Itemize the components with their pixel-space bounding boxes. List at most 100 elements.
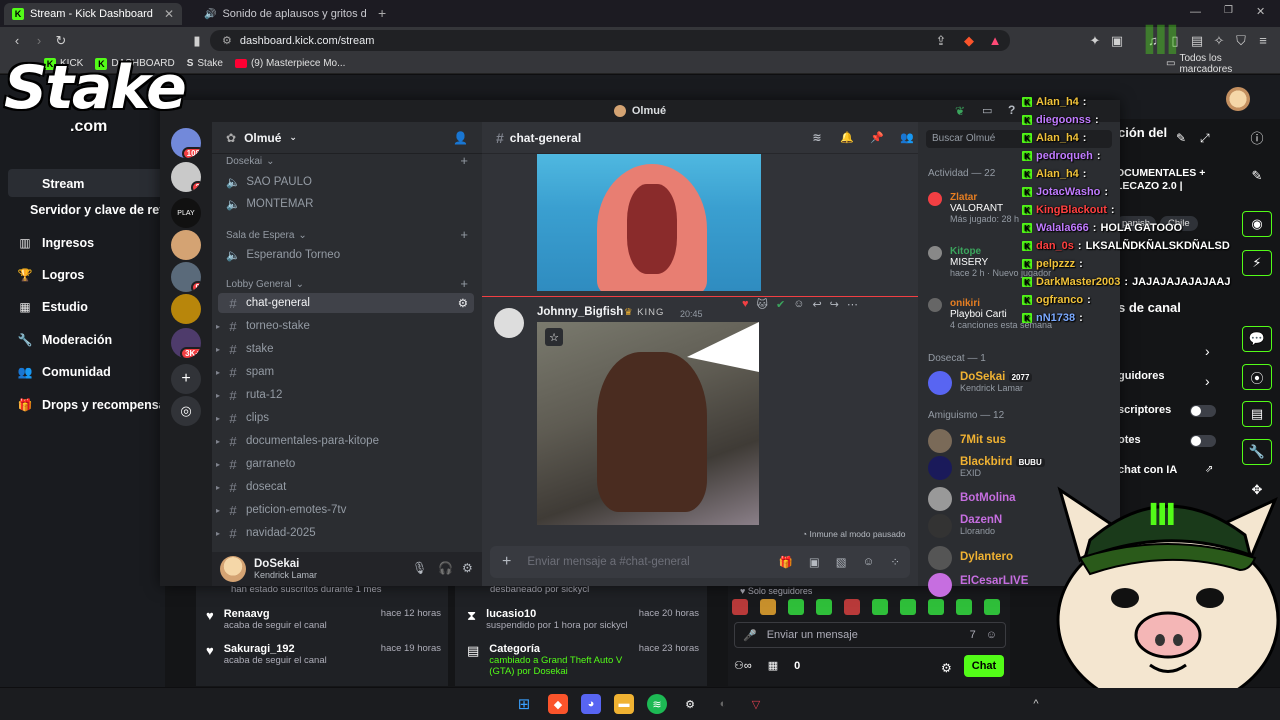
reload-icon[interactable]: ↻ <box>50 30 72 52</box>
server-icon[interactable]: 2 <box>171 162 201 192</box>
avatar[interactable] <box>220 556 246 582</box>
member-item[interactable]: BotMolina <box>928 487 1016 511</box>
settings-icon[interactable]: ⚙ <box>458 296 468 310</box>
lightning-icon[interactable]: ⚡ <box>1242 250 1272 276</box>
pencil-icon[interactable]: ✎ <box>1242 163 1272 189</box>
address-bar[interactable]: ⚙ dashboard.kick.com/stream <box>210 30 1010 51</box>
emote[interactable] <box>928 599 944 615</box>
extensions-icon[interactable]: ✦ <box>1084 30 1106 52</box>
sticker-icon[interactable]: ▧ <box>836 555 847 569</box>
new-tab-icon[interactable]: + <box>378 5 386 21</box>
sidebar-item-drops[interactable]: 🎁 Drops y recompensa <box>18 398 166 412</box>
voice-channel[interactable]: 🔈 MONTEMAR <box>226 197 313 211</box>
server-icon[interactable]: PLAY <box>171 198 201 228</box>
tab-sonido[interactable]: 🔊 Sonido de aplausos y gritos d ✕ <box>190 3 368 25</box>
threads-icon[interactable]: ≋ <box>810 131 824 145</box>
store-icon[interactable]: ▦ <box>768 659 778 672</box>
chevron-up-icon[interactable]: ^ <box>1026 694 1046 714</box>
layout-icon[interactable]: ▤ <box>1242 401 1272 427</box>
gift-icon[interactable]: 🎁 <box>779 555 793 569</box>
add-reaction-icon[interactable]: ☺ <box>793 298 804 311</box>
message-author[interactable]: Johnny_Bigfish <box>537 306 623 318</box>
channel-item[interactable]: ▸ # documentales-para-kitope <box>216 431 474 451</box>
help-icon[interactable]: ? <box>1008 103 1015 117</box>
forward-icon[interactable]: ↪ <box>830 298 839 311</box>
channel-item[interactable]: ▸ # spam <box>216 362 474 382</box>
add-attachment-icon[interactable]: + <box>502 553 511 571</box>
emote[interactable] <box>732 599 748 615</box>
chevron-right-icon[interactable]: › <box>1205 343 1210 359</box>
category-lobby-general[interactable]: Lobby General ⌄ <box>226 279 304 290</box>
windows-start-icon[interactable]: ⊞ <box>514 694 534 714</box>
back-icon[interactable]: ‹ <box>6 30 28 52</box>
emotes-toggle[interactable] <box>1190 435 1216 447</box>
server-icon[interactable]: 3K+ <box>171 328 201 358</box>
minimize-icon[interactable]: — <box>1190 6 1201 18</box>
reply-icon[interactable]: ↩ <box>812 298 821 311</box>
favorite-star-icon[interactable]: ☆ <box>545 328 563 346</box>
member-item[interactable]: Dylantero <box>928 546 1013 570</box>
obs-icon[interactable]: ◐ <box>713 694 733 714</box>
apps-icon[interactable]: ⁘ <box>890 555 900 569</box>
members-icon[interactable]: 👥 <box>900 131 914 145</box>
gif-image[interactable] <box>537 154 761 291</box>
settings-icon[interactable]: ⚙ <box>462 561 473 575</box>
all-bookmarks[interactable]: ▭ Todos los marcadores <box>1166 53 1268 75</box>
channel-item[interactable]: ▸ # clips <box>216 408 474 428</box>
pin-icon[interactable]: 📌 <box>870 131 884 145</box>
add-channel-icon[interactable]: + <box>460 276 468 291</box>
settings-icon[interactable]: ⚙ <box>941 661 952 675</box>
emote[interactable] <box>984 599 1000 615</box>
chevron-right-icon[interactable]: › <box>1205 373 1210 389</box>
forward-icon[interactable]: › <box>28 30 50 52</box>
kick-chat-input[interactable]: 🎤 Enviar un mensaje 7 ☺ <box>734 622 1006 648</box>
emote[interactable] <box>788 599 804 615</box>
tools-icon[interactable]: 🔧 <box>1242 439 1272 465</box>
site-info-icon[interactable]: ⚙ <box>222 34 232 47</box>
channel-item[interactable]: ▸ # garraneto <box>216 454 474 474</box>
send-chat-button[interactable]: Chat <box>964 655 1004 677</box>
member-item[interactable]: ElCesarLIVE <box>928 573 1028 597</box>
sidebar-item-server[interactable]: Servidor y clave de ret <box>30 203 163 217</box>
steam-icon[interactable]: ⚙ <box>680 694 700 714</box>
dm-home[interactable]: 108 <box>171 128 201 158</box>
channel-item[interactable]: ▸ # ruta-12 <box>216 385 474 405</box>
bookmark-stake[interactable]: S Stake <box>187 58 223 69</box>
close-tab-icon[interactable]: ✕ <box>164 7 174 21</box>
add-channel-icon[interactable]: + <box>460 227 468 242</box>
broadcast-icon[interactable]: ⦿ <box>1242 364 1272 390</box>
gif-icon[interactable]: ▣ <box>809 555 820 569</box>
brave-browser-icon[interactable]: ◆ <box>548 694 568 714</box>
brave-shield-icon[interactable]: ◆ <box>958 30 980 52</box>
nitro-leaf-icon[interactable]: ❦ <box>955 104 965 118</box>
inbox-icon[interactable]: ▭ <box>982 104 992 117</box>
emoji-icon[interactable]: ☺ <box>863 556 875 568</box>
channel-item[interactable]: ▸ # stake <box>216 339 474 359</box>
category-sala-espera[interactable]: Sala de Espera ⌄ <box>226 230 307 241</box>
category-dosekai[interactable]: Dosekai ⌄ <box>226 156 275 167</box>
subscribers-toggle[interactable] <box>1190 405 1216 417</box>
tabs-icon[interactable]: ▤ <box>1186 30 1208 52</box>
bookmark-icon[interactable]: ▮ <box>186 30 208 52</box>
add-channel-icon[interactable]: + <box>460 153 468 168</box>
cat-reaction-icon[interactable]: 🐱 <box>757 298 768 311</box>
emoji-icon[interactable]: ☺ <box>986 629 997 641</box>
sidebar-item-comunidad[interactable]: 👥 Comunidad <box>18 365 111 379</box>
brave-rewards-icon[interactable]: ▲ <box>984 30 1006 52</box>
close-window-icon[interactable]: ✕ <box>1256 5 1265 18</box>
emote[interactable] <box>956 599 972 615</box>
server-icon[interactable] <box>171 294 201 324</box>
vpn-icon[interactable]: ⛉ <box>1230 30 1252 52</box>
channel-chat-general[interactable]: # chat-general ⚙ <box>218 293 474 313</box>
activity-card[interactable]: Zlatar VALORANT Más jugado: 28 h <box>928 192 1019 224</box>
heart-reaction-icon[interactable]: ♥ <box>742 298 749 311</box>
info-icon[interactable]: ⓘ <box>1242 124 1272 150</box>
voice-channel[interactable]: 🔈 Esperando Torneo <box>226 248 340 262</box>
users-icon[interactable]: ⚇∞ <box>734 659 752 672</box>
bell-icon[interactable]: 🔔 <box>840 131 854 145</box>
channel-item[interactable]: ▸ # peticion-emotes-7tv <box>216 500 474 520</box>
emote[interactable] <box>844 599 860 615</box>
file-explorer-icon[interactable]: ▬ <box>614 694 634 714</box>
sidebar-item-stream[interactable] <box>8 169 165 197</box>
menu-icon[interactable]: ≡ <box>1252 30 1274 52</box>
